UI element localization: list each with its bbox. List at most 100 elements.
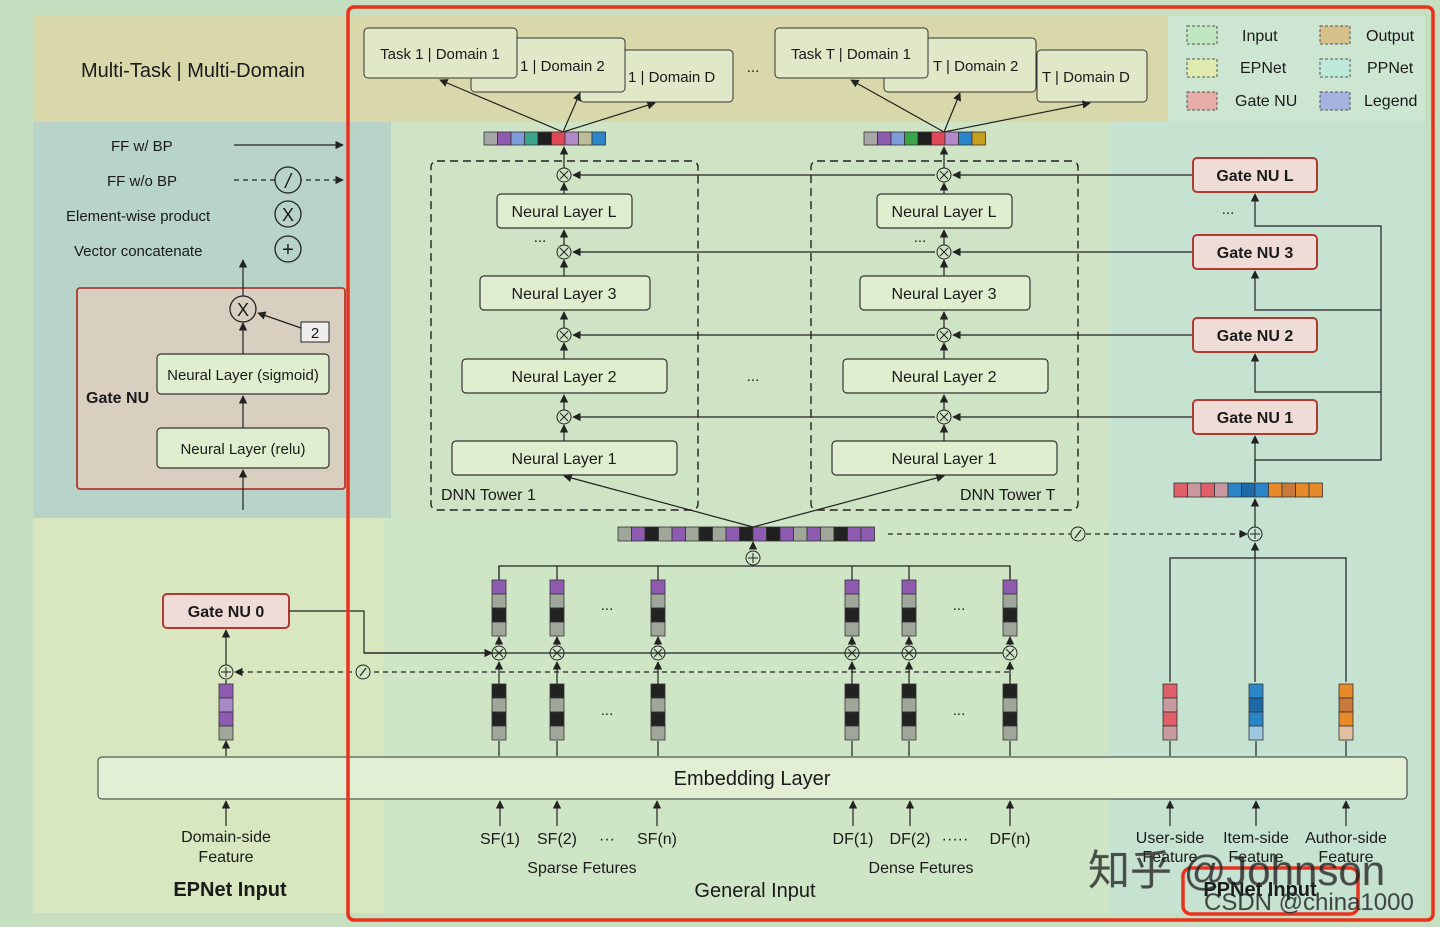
zhihu-watermark: 知乎 @Johnson [1088, 847, 1385, 894]
gated-feature-col-5-cell [1002, 593, 1018, 609]
mid-vec-cell [631, 526, 646, 542]
sparse-lower-ellipsis: ... [601, 702, 614, 719]
raw-feature-col-3-cell [844, 697, 860, 713]
towerT-vec-cell [958, 131, 973, 146]
tower1-layer-2-label: Neural Layer 2 [512, 369, 617, 386]
raw-feature-col-5-cell [1002, 725, 1018, 741]
raw-feature-col-0-cell [491, 683, 507, 699]
mid-vec-cell [671, 526, 686, 542]
gated-feature-col-0-cell [491, 607, 507, 623]
gated-feature-col-4-cell [901, 593, 917, 609]
output-label-1d: 1 | Domain D [628, 69, 715, 86]
raw-feature-col-1-cell [549, 725, 565, 741]
mid-vec-cell [617, 526, 632, 542]
sf-ellipsis: ··· [599, 831, 615, 848]
towerT-vec-cell [890, 131, 905, 146]
legend-label-epnet: EPNet [1240, 60, 1287, 77]
gated-feature-col-0-cell [491, 593, 507, 609]
tower1-vec-cell [483, 131, 498, 146]
raw-feature-col-0-cell [491, 711, 507, 727]
tower1-label: DNN Tower 1 [441, 487, 536, 504]
gated-feature-col-2-cell [650, 579, 666, 595]
tower1-vec-cell [564, 131, 579, 146]
ppnet-vec-cell [1295, 482, 1310, 498]
item-feature-label-1: Item-side [1223, 830, 1289, 847]
gate-nu-1-label: Gate NU 1 [1217, 410, 1294, 427]
gated-feature-col-0-cell [491, 579, 507, 595]
ff-nobp-label: FF w/o BP [107, 173, 177, 190]
gated-feature-col-5-cell [1002, 621, 1018, 637]
towerT-vec-cell [877, 131, 892, 146]
tower1-layer-L-label: Neural Layer L [512, 204, 617, 221]
output-label-t2: T | Domain 2 [933, 58, 1018, 75]
epnet-input-label: EPNet Input [173, 879, 287, 901]
general-concat-vector [617, 526, 875, 542]
ppnet-feature-col-1-cell [1248, 725, 1264, 741]
legend-swatch-gatenu [1186, 91, 1218, 111]
raw-feature-col-5-cell [1002, 697, 1018, 713]
towerT-vec-cell [931, 131, 946, 146]
sigmoid-layer-label: Neural Layer (sigmoid) [167, 367, 319, 384]
tower1-vec-cell [510, 131, 525, 146]
ppnet-vec-cell [1214, 482, 1229, 498]
gate-nu-2-label: Gate NU 2 [1217, 328, 1294, 345]
domain-vec-cell [218, 725, 234, 741]
raw-feature-col-0-cell [491, 725, 507, 741]
mid-vec-cell [806, 526, 821, 542]
tower1-layer-1-label: Neural Layer 1 [512, 451, 617, 468]
legend-swatch-input [1186, 25, 1218, 45]
mid-vec-cell [779, 526, 794, 542]
tower1-ellipsis: ... [534, 229, 547, 246]
gated-feature-col-3-cell [844, 607, 860, 623]
mid-vec-cell [860, 526, 875, 542]
legend-label-ppnet: PPNet [1367, 60, 1414, 77]
raw-feature-col-3-cell [844, 725, 860, 741]
towerT-vec-cell [944, 131, 959, 146]
mid-vec-cell [725, 526, 740, 542]
raw-feature-col-1-cell [549, 711, 565, 727]
raw-feature-col-0-cell [491, 697, 507, 713]
towerT-layer-2-label: Neural Layer 2 [892, 369, 997, 386]
legend-label-output: Output [1366, 28, 1415, 45]
gated-feature-col-4-cell [901, 579, 917, 595]
towerT-layer-3-label: Neural Layer 3 [892, 286, 997, 303]
sfn-label: SF(n) [637, 831, 677, 848]
tower1-vec-cell [578, 131, 593, 146]
legend-swatch-epnet [1186, 58, 1218, 78]
domain-feature-vector [218, 683, 234, 741]
towerT-output-vector [863, 131, 986, 146]
dfn-label: DF(n) [990, 831, 1031, 848]
raw-feature-col-4-cell [901, 697, 917, 713]
gated-feature-col-4-cell [901, 607, 917, 623]
raw-feature-col-4-cell [901, 683, 917, 699]
raw-feature-col-1-cell [549, 697, 565, 713]
output-label-td: T | Domain D [1042, 69, 1130, 86]
gate-nu-L-label: Gate NU L [1216, 168, 1294, 185]
ppnet-feature-col-0-cell [1162, 711, 1178, 727]
author-feature-label-1: Author-side [1305, 830, 1387, 847]
df2-label: DF(2) [890, 831, 931, 848]
towerT-label: DNN Tower T [960, 487, 1056, 504]
raw-feature-col-2-cell [650, 683, 666, 699]
towerT-vec-cell [917, 131, 932, 146]
ppnet-feature-col-0-cell [1162, 725, 1178, 741]
user-feature-label-1: User-side [1136, 830, 1205, 847]
dense-features-label: Dense Fetures [869, 860, 974, 877]
legend-swatch-legend [1319, 91, 1351, 111]
general-input-label: General Input [694, 880, 816, 902]
gated-feature-col-3-cell [844, 621, 860, 637]
sf1-label: SF(1) [480, 831, 520, 848]
mid-vec-cell [644, 526, 659, 542]
ppnet-vec-cell [1241, 482, 1256, 498]
gate-nu-0-label: Gate NU 0 [188, 604, 265, 621]
gated-feature-col-1-cell [549, 579, 565, 595]
towerT-layer-1-label: Neural Layer 1 [892, 451, 997, 468]
raw-feature-col-4-cell [901, 725, 917, 741]
legend-label-legend: Legend [1364, 93, 1417, 110]
df1-label: DF(1) [833, 831, 874, 848]
sf2-label: SF(2) [537, 831, 577, 848]
tower1-vec-cell [591, 131, 606, 146]
dense-lower-ellipsis: ... [953, 702, 966, 719]
gated-feature-col-1-cell [549, 593, 565, 609]
gated-feature-col-5-cell [1002, 607, 1018, 623]
